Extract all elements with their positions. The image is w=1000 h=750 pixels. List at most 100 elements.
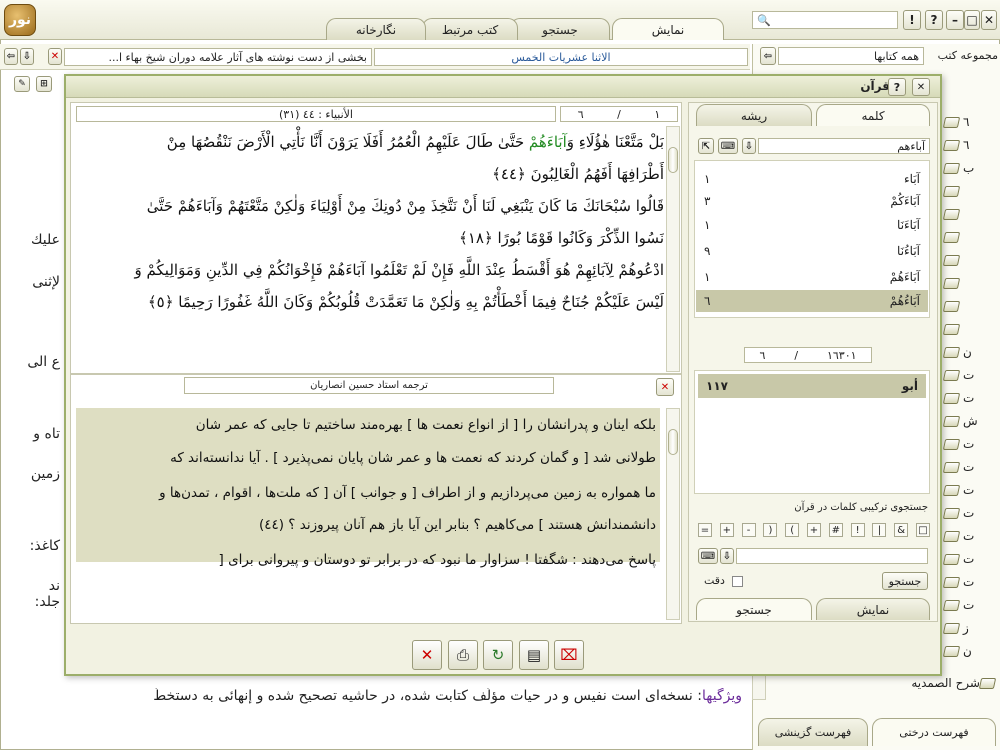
tab-tree-index[interactable]: فهرست درختی [872,718,996,746]
word-row[interactable]: ٣ آبَاءَكُمْ [696,190,928,212]
verse-scrollbar[interactable] [666,126,680,372]
tree-item[interactable]: ت [942,526,998,546]
quran-help-button[interactable]: ? [888,78,906,96]
symbol-button[interactable]: & [894,523,909,537]
tab-gallery[interactable]: نگارخانه [326,18,426,40]
word-row[interactable]: ١ آبَاءَنَا [696,214,928,236]
collection-select[interactable]: همه كتابها [778,47,924,65]
word-row[interactable]: ١ آبَاءَهُمْ [696,266,928,288]
tree-item[interactable] [942,227,998,247]
symbol-button[interactable]: - [741,523,756,537]
translation-text[interactable]: بلكه اینان و پدرانشان را [ از انواع نعمت… [80,410,656,590]
tool-button-a[interactable]: ✎ [14,76,30,92]
keyboard-button[interactable]: ⌨ [718,138,738,154]
maximize-button[interactable]: □ [964,10,980,30]
translation-title-field[interactable]: ترجمه استاد حسین انصاریان [184,377,554,394]
word-text: آبَاءُهُمْ [889,294,920,308]
global-search-input[interactable]: 🔍 [752,11,898,29]
tab-root[interactable]: ریشه [696,104,812,126]
combo-dropdown-button[interactable]: ⇩ [720,548,734,564]
symbol-button[interactable]: □ [915,523,930,537]
book-title-field[interactable]: الاثنا عشريات الخمس [374,48,748,66]
tree-item[interactable]: ت [942,388,998,408]
tree-item[interactable]: ٦ [942,112,998,132]
symbol-button[interactable]: | [872,523,887,537]
combo-search-button[interactable]: جستجو [882,572,928,590]
symbol-button[interactable]: ( [785,523,800,537]
help-button[interactable]: ? [925,10,943,30]
tab-selective-index[interactable]: فهرست گزینشی [758,718,868,746]
word-dropdown-button[interactable]: ⇩ [742,138,756,154]
word-row[interactable]: ١ آبَاء [696,168,928,190]
print-button[interactable]: ⎙ [448,640,478,670]
tree-item[interactable]: ت [942,595,998,615]
copy-button[interactable]: ▤ [519,640,549,670]
tree-item[interactable] [942,296,998,316]
tree-item[interactable] [942,273,998,293]
tab-search[interactable]: جستجو [510,18,610,40]
symbol-button[interactable]: + [806,523,821,537]
tab-pane-search[interactable]: جستجو [696,598,812,620]
verse-line-2: أَطْرَافِهَا أَفَهُمُ الْغَالِبُونَ ﴿٤٤﴾ [492,165,664,183]
tree-item[interactable]: ت [942,480,998,500]
quran-window-titlebar[interactable] [66,76,940,98]
tab-show[interactable]: نمایش [612,18,724,40]
tree-last-item[interactable]: شرح الصمدیه [840,676,980,690]
word-action-button[interactable]: ⇱ [698,138,714,154]
delete-button[interactable]: ✕ [412,640,442,670]
tree-item[interactable]: ت [942,503,998,523]
word-search-input[interactable]: آباءهم [758,138,930,154]
tree-item[interactable]: ن [942,641,998,661]
word-row[interactable]: ٩ آبَاءُنَا [696,240,928,262]
symbol-button[interactable]: ) [763,523,778,537]
separator-icon: / [794,348,799,362]
tree-item[interactable]: ت [942,572,998,592]
tree-item[interactable]: ن [942,342,998,362]
quran-close-button[interactable]: ✕ [912,78,930,96]
refresh-button[interactable]: ↻ [483,640,513,670]
down-arrow-button[interactable]: ⇩ [20,48,34,65]
back-arrow-button[interactable]: ⇦ [4,48,18,65]
close-translation-button[interactable]: ✕ [656,378,674,396]
verses-box[interactable]: بَلْ مَتَّعْنَا هٰؤُلَاءِ وَآبَاءَهُمْ ح… [76,126,664,372]
separator-icon: / [617,107,621,121]
tree-item-label: شرح الصمدیه [911,676,980,690]
word-row-selected[interactable]: ٦ آبَاءُهُمْ [696,290,928,312]
tree-item[interactable]: ش [942,411,998,431]
symbol-button[interactable]: = [698,523,712,537]
tree-item[interactable]: ب [942,158,998,178]
combo-keyboard-button[interactable]: ⌨ [698,548,718,564]
result-row-selected[interactable]: ١١٧ أبو [698,374,926,398]
export-button[interactable]: ⌧ [554,640,584,670]
exact-checkbox[interactable] [732,576,743,587]
combo-search-input[interactable] [736,548,928,564]
scroll-thumb[interactable] [668,429,678,455]
tree-item[interactable] [942,204,998,224]
combo-search-label: جستجوی تركیبی كلمات در قرآن [794,502,928,513]
collection-nav-button[interactable]: ⇦ [760,47,776,65]
tab-related-books[interactable]: كتب مرتبط [422,18,518,40]
tab-word[interactable]: كلمه [816,104,930,126]
tab-pane-show[interactable]: نمایش [816,598,930,620]
symbol-button[interactable]: ! [850,523,865,537]
symbol-button[interactable]: + [719,523,734,537]
tree-item-label: ت [963,391,975,405]
close-book-button[interactable]: ✕ [48,48,62,65]
scroll-thumb[interactable] [668,147,678,173]
tree-item[interactable] [942,181,998,201]
tree-item[interactable]: ت [942,365,998,385]
tree-item[interactable] [942,319,998,339]
tree-item[interactable] [942,250,998,270]
translation-scrollbar[interactable] [666,408,680,620]
tree-item[interactable]: ت [942,434,998,454]
tree-item[interactable]: ت [942,457,998,477]
close-button[interactable]: ✕ [981,10,997,30]
tree-item[interactable]: ز [942,618,998,638]
tree-item[interactable]: ٦ [942,135,998,155]
symbol-button[interactable]: # [828,523,843,537]
tree-item-label: ٦ [963,138,970,152]
tool-button-b[interactable]: ⊞ [36,76,52,92]
minimize-button[interactable]: – [946,10,964,30]
alert-button[interactable]: ! [903,10,921,30]
tree-item[interactable]: ت [942,549,998,569]
